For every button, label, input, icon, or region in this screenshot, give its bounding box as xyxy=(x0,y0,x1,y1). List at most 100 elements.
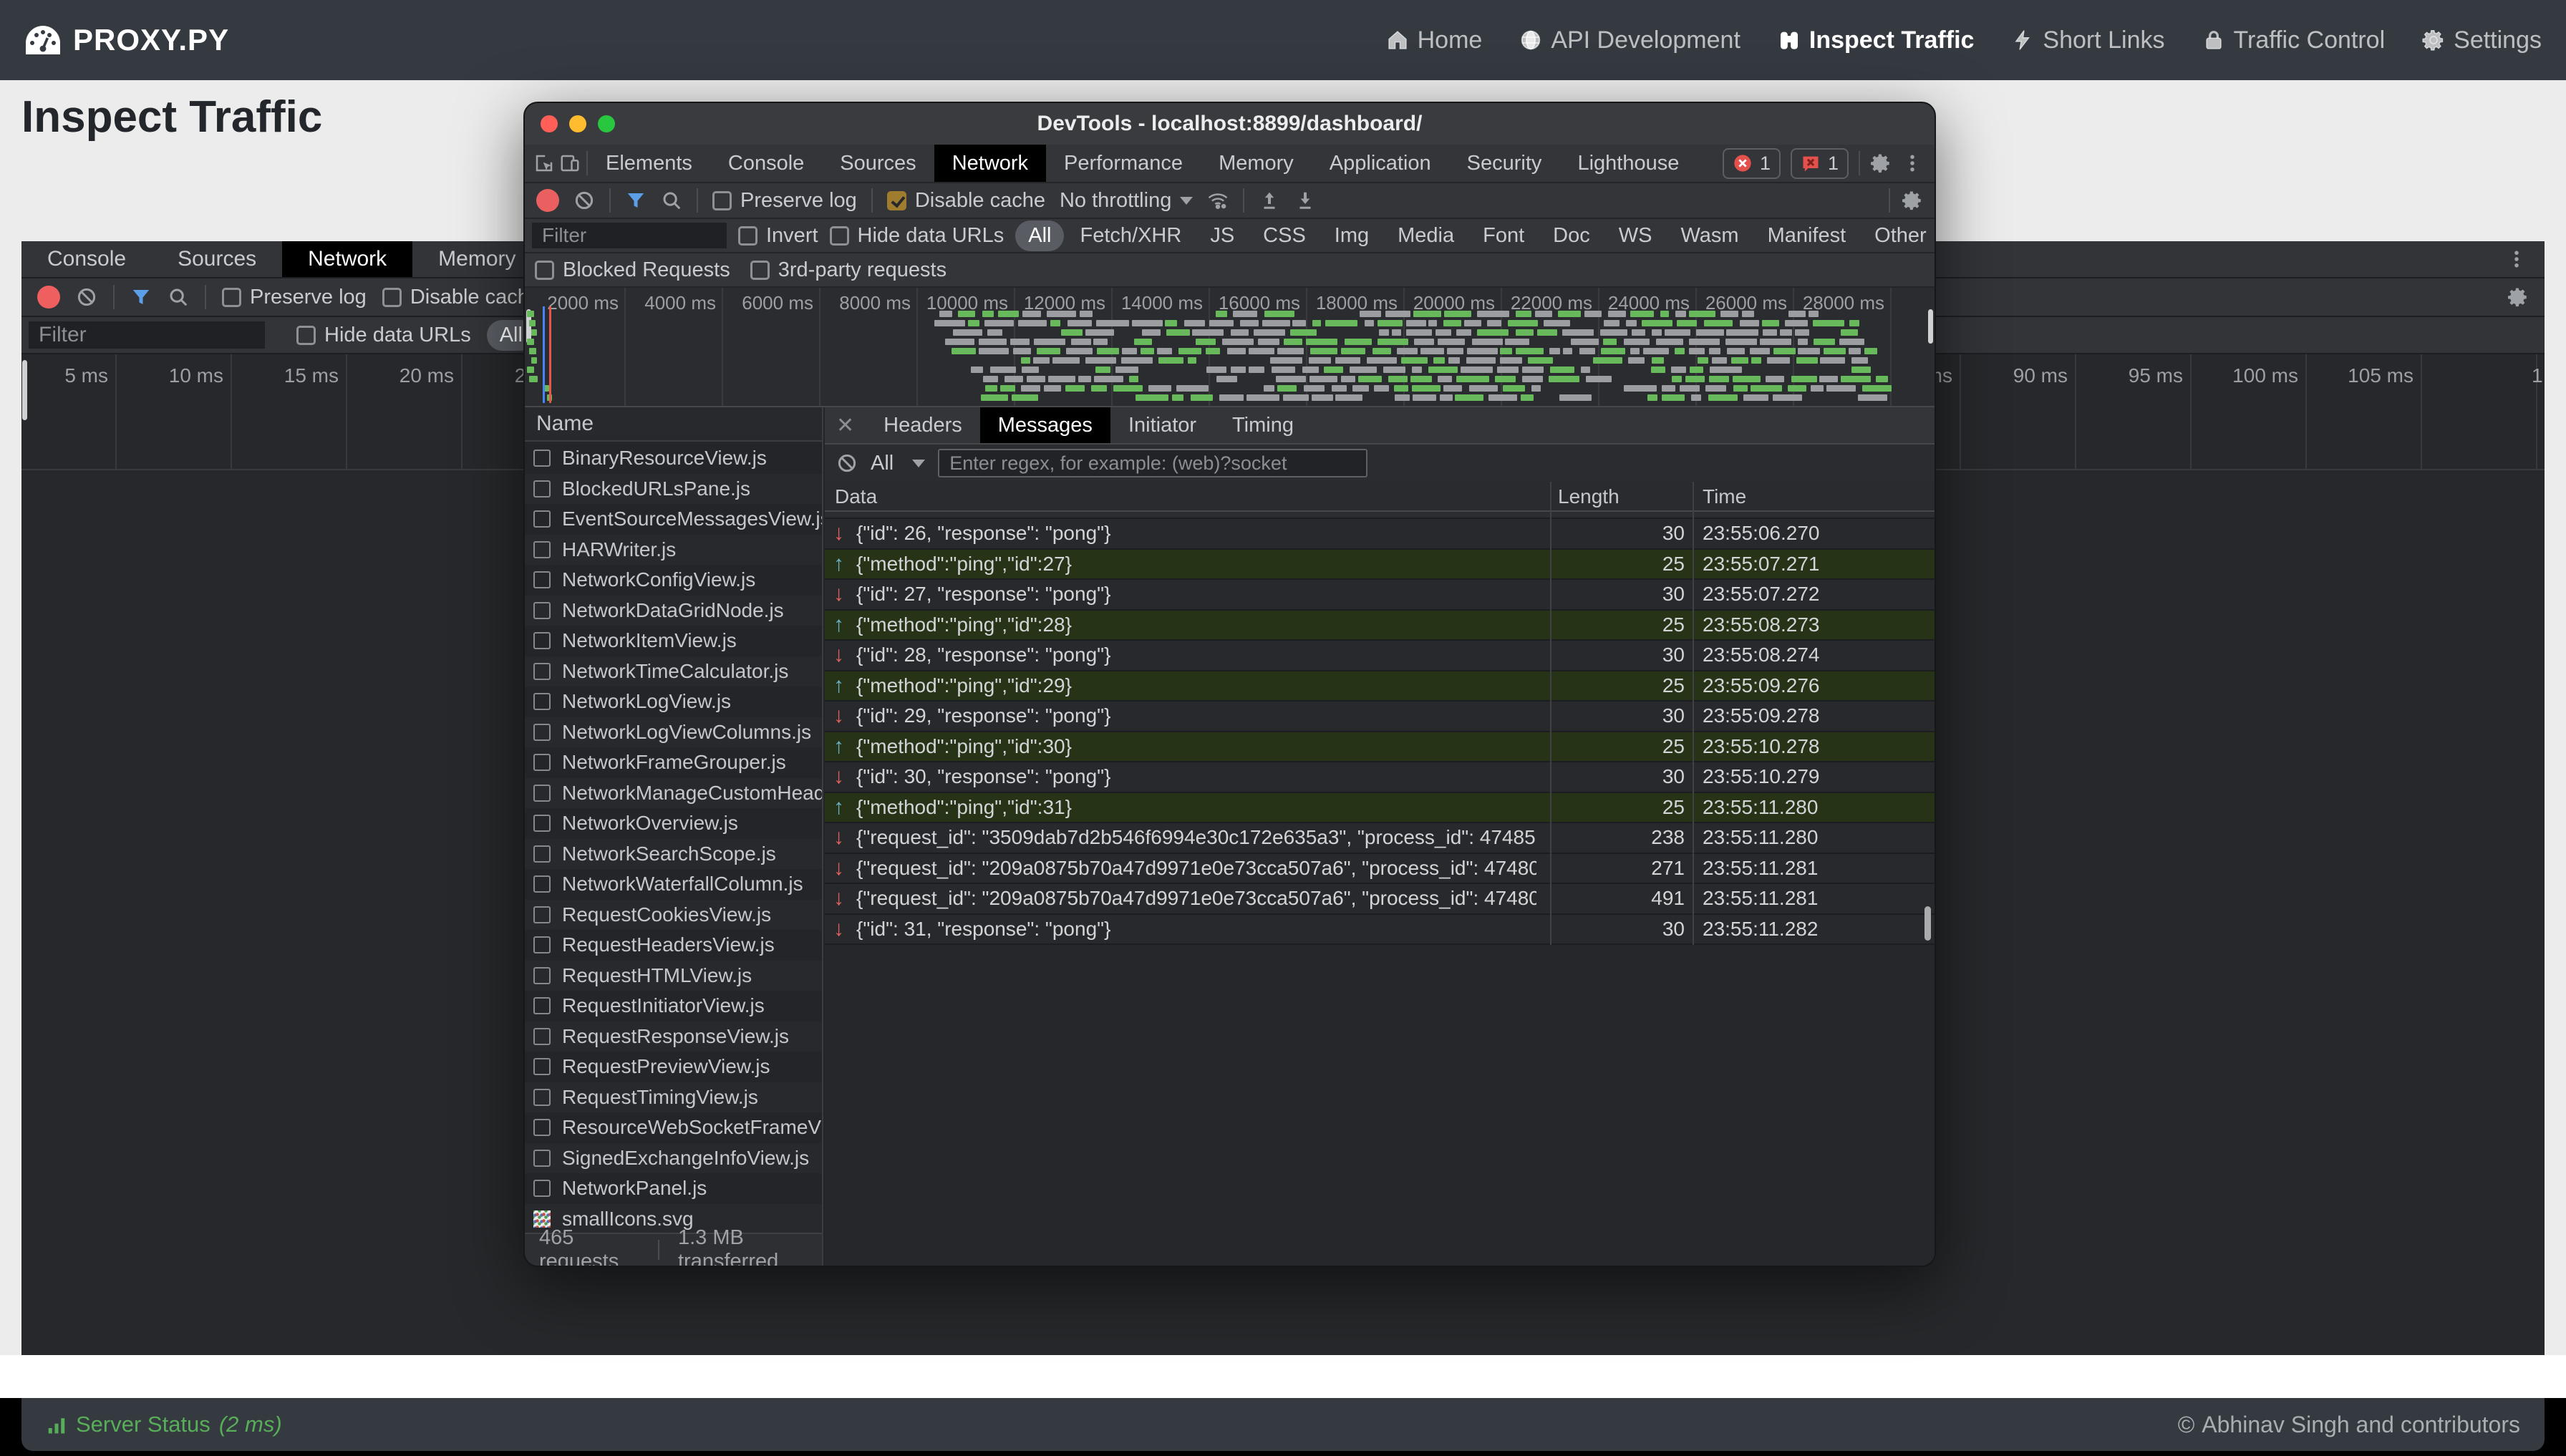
request-row[interactable]: NetworkOverview.js xyxy=(525,808,822,839)
search-icon[interactable] xyxy=(168,286,189,308)
devtools-tab-lighthouse[interactable]: Lighthouse xyxy=(1559,145,1697,182)
request-row[interactable]: NetworkFrameGrouper.js xyxy=(525,747,822,778)
nav-item-api-development[interactable]: API Development xyxy=(1519,26,1740,54)
row-checkbox[interactable] xyxy=(533,663,551,680)
export-har-icon[interactable] xyxy=(1294,190,1316,211)
request-row[interactable]: BinaryResourceView.js xyxy=(525,443,822,474)
type-pill-font[interactable]: Font xyxy=(1470,220,1537,251)
row-checkbox[interactable] xyxy=(533,571,551,588)
server-status[interactable]: Server Status (2 ms) xyxy=(46,1412,282,1437)
request-row[interactable]: RequestInitiatorView.js xyxy=(525,991,822,1021)
row-checkbox[interactable] xyxy=(533,541,551,558)
invert-checkbox[interactable]: Invert xyxy=(738,224,818,248)
kebab-menu-icon[interactable] xyxy=(1902,152,1923,174)
type-pill-js[interactable]: JS xyxy=(1197,220,1247,251)
request-row[interactable]: EventSourceMessagesView.js xyxy=(525,504,822,535)
column-divider[interactable] xyxy=(1550,482,1551,945)
devtools-tab-performance[interactable]: Performance xyxy=(1046,145,1201,182)
type-pill-doc[interactable]: Doc xyxy=(1540,220,1603,251)
disable-cache-checkbox[interactable]: Disable cache xyxy=(382,286,541,309)
overview-right-handle[interactable] xyxy=(1928,309,1933,344)
request-row[interactable]: RequestTimingView.js xyxy=(525,1082,822,1113)
clear-icon[interactable] xyxy=(76,286,97,308)
row-checkbox[interactable] xyxy=(533,754,551,771)
record-button[interactable] xyxy=(37,286,60,309)
row-checkbox[interactable] xyxy=(533,997,551,1014)
vertical-scrollbar-thumb[interactable] xyxy=(1924,906,1931,941)
message-row[interactable]: ↑{"method":"ping","id":29}2523:55:09.276 xyxy=(825,671,1935,702)
devtools-tab-network[interactable]: Network xyxy=(934,145,1046,182)
minimize-window-button[interactable] xyxy=(569,115,586,132)
detail-tab-timing[interactable]: Timing xyxy=(1214,407,1312,443)
import-har-icon[interactable] xyxy=(1259,190,1280,211)
errors-badge[interactable]: 1 xyxy=(1723,148,1781,179)
message-row[interactable]: ↑{"method":"ping","id":30}2523:55:10.278 xyxy=(825,732,1935,763)
type-pill-media[interactable]: Media xyxy=(1385,220,1467,251)
row-checkbox[interactable] xyxy=(533,967,551,984)
message-row[interactable]: ↓{"id": 30, "response": "pong"}3023:55:1… xyxy=(825,762,1935,793)
devtools-titlebar[interactable]: DevTools - localhost:8899/dashboard/ xyxy=(525,103,1935,145)
row-checkbox[interactable] xyxy=(533,632,551,649)
request-row[interactable]: SignedExchangeInfoView.js xyxy=(525,1143,822,1174)
clear-messages-icon[interactable] xyxy=(836,452,858,474)
request-row[interactable]: NetworkSearchScope.js xyxy=(525,839,822,870)
detail-tab-headers[interactable]: Headers xyxy=(866,407,980,443)
row-checkbox[interactable] xyxy=(533,1089,551,1106)
message-row[interactable]: ↓{"id": 27, "response": "pong"}3023:55:0… xyxy=(825,580,1935,611)
request-row[interactable]: NetworkDataGridNode.js xyxy=(525,596,822,626)
nav-item-short-links[interactable]: Short Links xyxy=(2011,26,2164,54)
message-row[interactable]: ↑{"method":"ping","id":27}2523:55:07.271 xyxy=(825,550,1935,581)
data-column-header[interactable]: Data xyxy=(835,482,877,512)
bg-tab-memory[interactable]: Memory xyxy=(412,241,541,277)
bg-tab-network[interactable]: Network xyxy=(282,241,412,277)
type-pill-other[interactable]: Other xyxy=(1861,220,1936,251)
third-party-requests-checkbox[interactable]: 3rd-party requests xyxy=(750,258,946,282)
time-column-header[interactable]: Time xyxy=(1703,482,1746,512)
request-row[interactable]: RequestPreviewView.js xyxy=(525,1052,822,1082)
type-pill-img[interactable]: Img xyxy=(1322,220,1382,251)
filter-icon[interactable] xyxy=(130,286,152,308)
request-row[interactable]: HARWriter.js xyxy=(525,535,822,566)
column-divider[interactable] xyxy=(1693,482,1694,945)
devtools-tab-security[interactable]: Security xyxy=(1449,145,1560,182)
row-checkbox[interactable] xyxy=(533,480,551,498)
request-row[interactable]: NetworkItemView.js xyxy=(525,626,822,656)
message-regex-input[interactable] xyxy=(938,449,1367,477)
filter-icon[interactable] xyxy=(625,190,647,211)
type-pill-css[interactable]: CSS xyxy=(1250,220,1319,251)
message-row[interactable]: ↓{"id": 26, "response": "pong"}3023:55:0… xyxy=(825,519,1935,550)
message-row[interactable]: ↓{"id": 28, "response": "pong"}3023:55:0… xyxy=(825,641,1935,671)
type-pill-ws[interactable]: WS xyxy=(1606,220,1665,251)
brand[interactable]: PROXY.PY xyxy=(24,23,229,57)
row-checkbox[interactable] xyxy=(533,693,551,710)
bg-tab-sources[interactable]: Sources xyxy=(152,241,282,277)
hide-data-urls-checkbox[interactable]: Hide data URLs xyxy=(830,224,1004,248)
message-type-dropdown[interactable]: All xyxy=(871,452,925,475)
detail-tab-initiator[interactable]: Initiator xyxy=(1110,407,1214,443)
throttling-dropdown[interactable]: No throttling xyxy=(1060,189,1193,213)
devtools-tab-elements[interactable]: Elements xyxy=(588,145,710,182)
row-checkbox[interactable] xyxy=(533,724,551,741)
request-row[interactable]: RequestCookiesView.js xyxy=(525,900,822,931)
request-row[interactable]: BlockedURLsPane.js xyxy=(525,474,822,505)
hide-data-urls-checkbox[interactable]: Hide data URLs xyxy=(296,324,471,347)
nav-item-traffic-control[interactable]: Traffic Control xyxy=(2202,26,2386,54)
message-row[interactable]: ↓{"request_id": "209a0875b70a47d9971e0e7… xyxy=(825,884,1935,915)
inspect-element-icon[interactable] xyxy=(533,152,555,174)
record-button[interactable] xyxy=(536,189,559,212)
request-row[interactable]: NetworkTimeCalculator.js xyxy=(525,656,822,687)
detail-tab-messages[interactable]: Messages xyxy=(980,407,1110,443)
row-checkbox[interactable] xyxy=(533,510,551,528)
row-checkbox[interactable] xyxy=(533,1180,551,1197)
network-conditions-icon[interactable] xyxy=(1207,190,1229,211)
name-column-header[interactable]: Name xyxy=(525,407,822,442)
search-icon[interactable] xyxy=(661,190,682,211)
request-row[interactable]: NetworkWaterfallColumn.js xyxy=(525,869,822,900)
request-row[interactable]: RequestResponseView.js xyxy=(525,1021,822,1052)
request-row[interactable]: ResourceWebSocketFrameVie... xyxy=(525,1112,822,1143)
zoom-window-button[interactable] xyxy=(598,115,615,132)
request-row[interactable]: NetworkConfigView.js xyxy=(525,565,822,596)
devtools-tab-console[interactable]: Console xyxy=(710,145,822,182)
row-checkbox[interactable] xyxy=(533,875,551,893)
network-settings-gear-icon[interactable] xyxy=(2507,286,2529,308)
